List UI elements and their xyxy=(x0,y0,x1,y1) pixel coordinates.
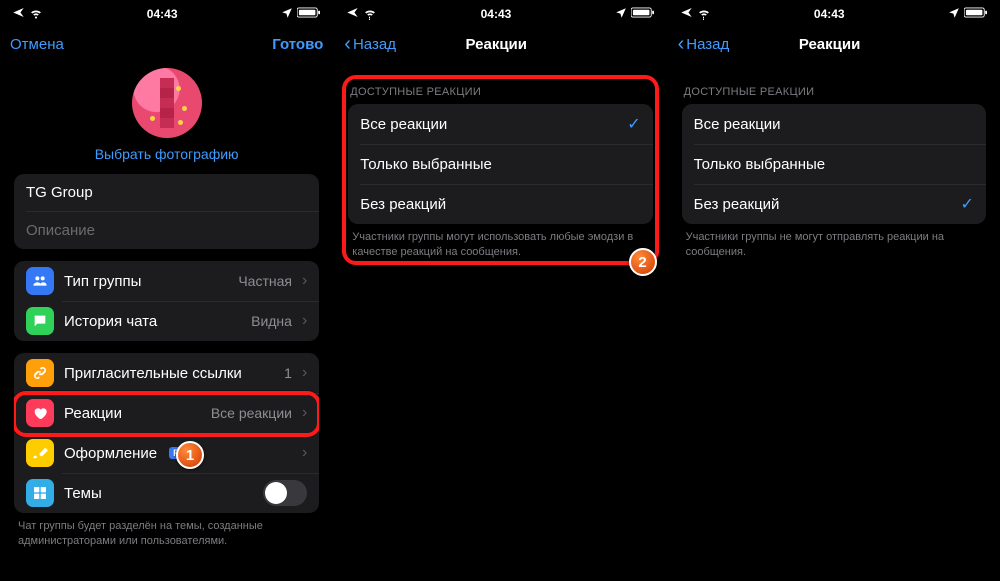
reactions-options-card: Все реакции Только выбранные Без реакций… xyxy=(682,104,986,224)
themes-footnote: Чат группы будет разделён на темы, созда… xyxy=(0,513,333,549)
screen-reactions-none: 04:43 ‹ Назад Реакции ДОСТУПНЫЕ РЕАКЦИИ … xyxy=(667,0,1000,581)
row-group-type[interactable]: Тип группы Частная › xyxy=(14,261,319,301)
page-title: Реакции xyxy=(799,36,861,53)
group-desc-input[interactable]: Описание xyxy=(14,212,319,249)
cancel-button[interactable]: Отмена xyxy=(10,36,64,53)
row-value: Частная xyxy=(238,273,292,289)
row-label: Оформление xyxy=(64,445,157,462)
airplane-icon xyxy=(346,6,359,22)
option-all-reactions[interactable]: Все реакции ✓ xyxy=(348,104,652,144)
row-label: Пригласительные ссылки xyxy=(64,365,242,382)
status-time: 04:43 xyxy=(481,7,512,21)
row-appearance[interactable]: Оформление FREE › xyxy=(14,433,319,473)
row-themes[interactable]: Темы xyxy=(14,473,319,513)
link-icon xyxy=(26,359,54,387)
option-label: Без реакций xyxy=(360,196,446,213)
back-button[interactable]: ‹ Назад xyxy=(678,34,730,54)
reactions-options-card: Все реакции ✓ Только выбранные Без реакц… xyxy=(348,104,652,224)
reactions-footnote: Участники группы не могут отправлять реа… xyxy=(668,224,1000,260)
chat-icon xyxy=(26,307,54,335)
battery-icon xyxy=(297,7,321,21)
nav-bar: ‹ Назад Реакции xyxy=(334,24,666,64)
people-icon xyxy=(26,267,54,295)
airplane-icon xyxy=(680,6,693,22)
check-icon: ✓ xyxy=(960,194,973,214)
status-bar: 04:43 xyxy=(0,4,333,24)
row-value: Видна xyxy=(251,313,292,329)
airplane-icon xyxy=(12,6,25,22)
grid-icon xyxy=(26,479,54,507)
option-selected-reactions[interactable]: Только выбранные xyxy=(348,144,652,184)
screen-reactions-all: 04:43 ‹ Назад Реакции ДОСТУПНЫЕ РЕАКЦИИ … xyxy=(333,0,666,581)
option-label: Все реакции xyxy=(694,116,781,133)
wifi-icon xyxy=(363,6,377,23)
back-button[interactable]: ‹ Назад xyxy=(344,34,396,54)
chevron-right-icon: › xyxy=(302,312,307,330)
option-label: Без реакций xyxy=(694,196,780,213)
row-label: История чата xyxy=(64,313,157,330)
nav-bar: ‹ Назад Реакции xyxy=(668,24,1000,64)
row-label: Темы xyxy=(64,485,102,502)
row-chat-history[interactable]: История чата Видна › xyxy=(14,301,319,341)
location-icon xyxy=(281,7,293,22)
row-value: Все реакции xyxy=(211,405,292,421)
back-label: Назад xyxy=(353,36,396,53)
status-bar: 04:43 xyxy=(668,4,1000,24)
wifi-icon xyxy=(29,6,43,23)
chevron-right-icon: › xyxy=(302,444,307,462)
option-label: Только выбранные xyxy=(694,156,826,173)
section-header: ДОСТУПНЫЕ РЕАКЦИИ xyxy=(668,86,1000,104)
row-reactions[interactable]: Реакции Все реакции › xyxy=(14,393,319,433)
location-icon xyxy=(948,7,960,22)
name-desc-card: TG Group Описание xyxy=(14,174,319,249)
back-label: Назад xyxy=(686,36,729,53)
choose-photo-link[interactable]: Выбрать фотографию xyxy=(95,146,239,162)
battery-icon xyxy=(631,7,655,21)
status-time: 04:43 xyxy=(814,7,845,21)
themes-toggle[interactable] xyxy=(263,480,307,506)
status-bar: 04:43 xyxy=(334,4,666,24)
chevron-right-icon: › xyxy=(302,272,307,290)
nav-bar: Отмена Готово xyxy=(0,24,333,64)
group-name-input[interactable]: TG Group xyxy=(14,174,319,211)
row-label: Реакции xyxy=(64,405,122,422)
section-header: ДОСТУПНЫЕ РЕАКЦИИ xyxy=(334,86,666,104)
screen-group-edit: 04:43 Отмена Готово Выбрать фотографию T… xyxy=(0,0,333,581)
option-selected-reactions[interactable]: Только выбранные xyxy=(682,144,986,184)
chevron-right-icon: › xyxy=(302,364,307,382)
chevron-right-icon: › xyxy=(302,404,307,422)
row-value: 1 xyxy=(284,365,292,381)
wifi-icon xyxy=(697,6,711,23)
done-button[interactable]: Готово xyxy=(272,36,323,53)
option-no-reactions[interactable]: Без реакций xyxy=(348,184,652,224)
row-label: Тип группы xyxy=(64,273,141,290)
location-icon xyxy=(615,7,627,22)
reactions-footnote: Участники группы могут использовать любы… xyxy=(334,224,666,260)
group-avatar[interactable] xyxy=(132,68,202,138)
option-no-reactions[interactable]: Без реакций ✓ xyxy=(682,184,986,224)
option-label: Только выбранные xyxy=(360,156,492,173)
chevron-left-icon: ‹ xyxy=(344,34,351,54)
option-all-reactions[interactable]: Все реакции xyxy=(682,104,986,144)
heart-icon xyxy=(26,399,54,427)
type-history-card: Тип группы Частная › История чата Видна … xyxy=(14,261,319,341)
chevron-left-icon: ‹ xyxy=(678,34,685,54)
row-invite-links[interactable]: Пригласительные ссылки 1 › xyxy=(14,353,319,393)
page-title: Реакции xyxy=(466,36,528,53)
settings-card: Пригласительные ссылки 1 › Реакции Все р… xyxy=(14,353,319,513)
callout-badge-1: 1 xyxy=(176,441,204,469)
callout-badge-2: 2 xyxy=(629,248,657,276)
status-time: 04:43 xyxy=(147,7,178,21)
brush-icon xyxy=(26,439,54,467)
battery-icon xyxy=(964,7,988,21)
option-label: Все реакции xyxy=(360,116,447,133)
check-icon: ✓ xyxy=(627,114,640,134)
